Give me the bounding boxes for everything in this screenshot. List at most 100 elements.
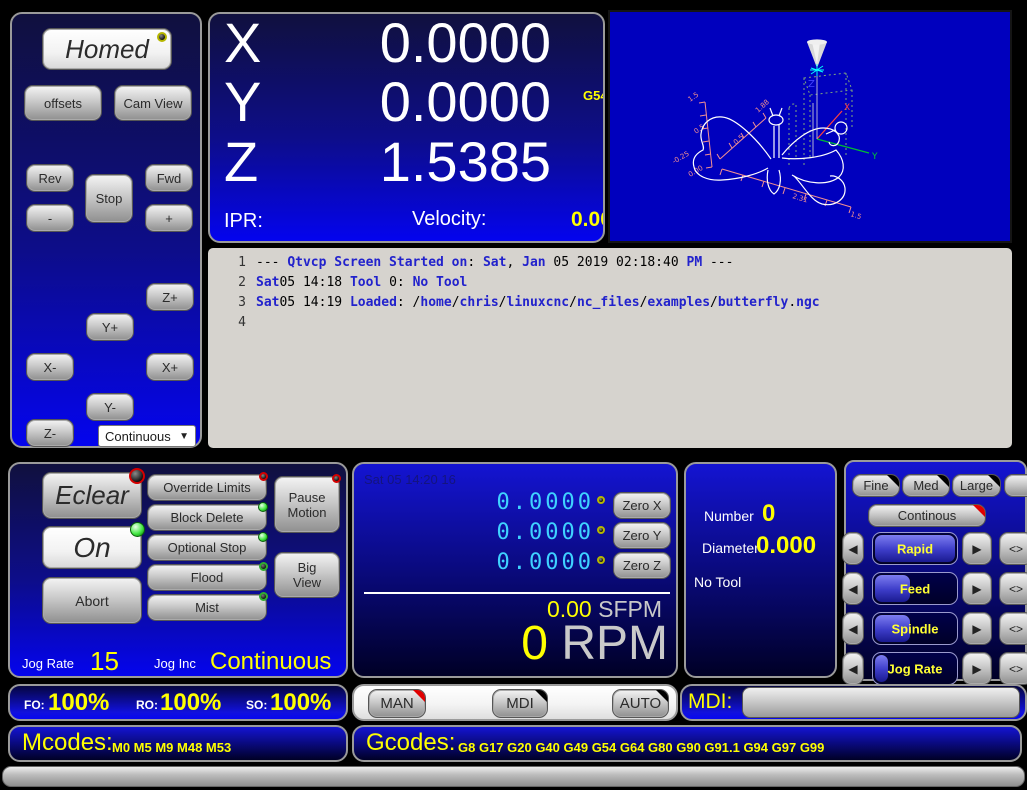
override-limits-button[interactable]: Override Limits — [147, 474, 267, 501]
spindle-fwd-button[interactable]: Fwd — [145, 164, 193, 192]
optional-stop-label: Optional Stop — [168, 540, 247, 555]
spindle-override-slider[interactable]: Spindle — [872, 612, 958, 645]
optional-stop-button[interactable]: Optional Stop — [147, 534, 267, 561]
jog-large-button[interactable]: Large — [952, 474, 1001, 497]
velocity-value: 0.00 — [571, 208, 605, 232]
cam-view-button[interactable]: Cam View — [114, 85, 192, 121]
mode-man-button[interactable]: MAN — [368, 689, 426, 718]
zero-z-button[interactable]: Zero Z — [613, 552, 671, 579]
feed-override-slider[interactable]: Feed — [872, 572, 958, 605]
status-log[interactable]: 1--- Qtvcp Screen Started on: Sat, Jan 0… — [208, 248, 1012, 448]
zero-x-button[interactable]: Zero X — [613, 492, 671, 519]
fine-label: Fine — [863, 478, 888, 493]
jog-rate-decrease-button[interactable]: ◀ — [842, 652, 864, 685]
rel-y-value: 0.0000 — [434, 520, 594, 545]
rapid-decrease-button[interactable]: ◀ — [842, 532, 864, 565]
pause-motion-button[interactable]: Pause Motion — [274, 476, 340, 533]
feed-slider-label: Feed — [873, 581, 957, 596]
rapid-override-slider[interactable]: Rapid — [872, 532, 958, 565]
jog-med-button[interactable]: Med — [902, 474, 950, 497]
flood-button[interactable]: Flood — [147, 564, 267, 591]
jog-z-plus-button[interactable]: Z+ — [146, 283, 194, 311]
rel-z-value: 0.0000 — [434, 550, 594, 575]
tool-info-panel: Number 0 Diameter 0.000 No Tool — [684, 462, 837, 678]
jog-increment-value: Continuous — [105, 429, 171, 444]
ruler-label: -0.25 — [671, 150, 691, 166]
y-minus-label: Y- — [104, 400, 116, 415]
spindle-expand-button[interactable]: <> — [999, 612, 1027, 645]
mist-button[interactable]: Mist — [147, 594, 267, 621]
gcode-preview-plot[interactable]: 1.5 0.5 -0.25 0.00 0.5 1.88 2.31 1.5 X Y… — [608, 10, 1012, 243]
corner-notch-icon — [535, 690, 547, 702]
jog-rate-label: Jog Rate — [22, 656, 74, 671]
jog-continous-button[interactable]: Continous — [868, 504, 986, 527]
z-plus-label: Z+ — [162, 290, 178, 305]
ruler-label: 1.5 — [849, 210, 862, 221]
arrow-left-icon: ◀ — [848, 662, 857, 676]
jog-inc-value: Continuous — [210, 648, 331, 676]
jog-fine-button[interactable]: Fine — [852, 474, 900, 497]
jog-rate-slider[interactable]: Jog Rate — [872, 652, 958, 685]
mdi-entry-label: MDI: — [688, 690, 732, 714]
offsets-button[interactable]: offsets — [24, 85, 102, 121]
mcodes-list: M0 M5 M9 M48 M53 — [112, 740, 231, 755]
machine-on-led-icon — [130, 522, 145, 537]
man-label: MAN — [380, 695, 413, 712]
zero-y-label: Zero Y — [623, 528, 662, 543]
optional-stop-led-icon — [258, 532, 268, 542]
z-minus-label: Z- — [44, 426, 56, 441]
big-view-button[interactable]: Big View — [274, 552, 340, 598]
jog-y-plus-button[interactable]: Y+ — [86, 313, 134, 341]
jog-rate-increase-button[interactable]: ▶ — [962, 652, 992, 685]
dro-panel: X 0.0000 Y 0.0000 Z 1.5385 G54 IPR: Velo… — [208, 12, 605, 243]
spindle-faster-button[interactable]: + — [145, 204, 193, 232]
spindle-stop-button[interactable]: Stop — [85, 174, 133, 223]
mode-mdi-button[interactable]: MDI — [492, 689, 548, 718]
butterfly-toolpath — [693, 108, 847, 205]
pause-motion-label: Pause Motion — [280, 490, 334, 520]
fo-value: 100% — [48, 689, 109, 717]
jog-increment-dropdown[interactable]: Continuous ▼ — [98, 425, 196, 447]
jog-x-minus-button[interactable]: X- — [26, 353, 74, 381]
jog-y-minus-button[interactable]: Y- — [86, 393, 134, 421]
rapid-expand-button[interactable]: <> — [999, 532, 1027, 565]
spindle-rev-button[interactable]: Rev — [26, 164, 74, 192]
abort-button[interactable]: Abort — [42, 577, 142, 624]
zero-y-button[interactable]: Zero Y — [613, 522, 671, 549]
spindle-decrease-button[interactable]: ◀ — [842, 612, 864, 645]
feed-expand-button[interactable]: <> — [999, 572, 1027, 605]
jog-x-plus-button[interactable]: X+ — [146, 353, 194, 381]
feed-increase-button[interactable]: ▶ — [962, 572, 992, 605]
machine-control-panel: Eclear On Abort Override Limits Block De… — [8, 462, 348, 678]
qtvcp-cnc-screen: Homed offsets Cam View Rev Fwd Stop - + … — [0, 0, 1027, 790]
mist-label: Mist — [195, 600, 219, 615]
auto-label: AUTO — [620, 695, 661, 712]
axis-z-value: 1.5385 — [231, 129, 551, 194]
feed-decrease-button[interactable]: ◀ — [842, 572, 864, 605]
spindle-increase-button[interactable]: ▶ — [962, 612, 992, 645]
estop-clear-button[interactable]: Eclear — [42, 472, 142, 519]
rpm-display: 0 RPM — [521, 616, 668, 671]
corner-notch-icon — [887, 475, 899, 487]
velocity-label: Velocity: — [412, 208, 486, 231]
mode-auto-button[interactable]: AUTO — [612, 689, 669, 718]
override-limits-led-icon — [259, 472, 268, 481]
jog-rate-expand-button[interactable]: <> — [999, 652, 1027, 685]
spindle-slower-button[interactable]: - — [26, 204, 74, 232]
jog-extra-button[interactable] — [1004, 474, 1027, 497]
tool-diameter-label: Diameter — [702, 540, 759, 556]
on-label: On — [73, 532, 110, 564]
x-axis-label: X — [844, 103, 850, 113]
mdi-command-input[interactable] — [742, 687, 1020, 718]
manual-control-panel: Homed offsets Cam View Rev Fwd Stop - + … — [10, 12, 202, 448]
log-line: 3Sat05 14:19 Loaded: /home/chris/linuxcn… — [208, 293, 1012, 313]
machine-on-button[interactable]: On — [42, 526, 142, 569]
homed-button[interactable]: Homed — [42, 28, 172, 70]
spindle-slider-label: Spindle — [873, 621, 957, 636]
arrow-right-icon: ▶ — [972, 662, 981, 676]
expand-icon: <> — [1009, 662, 1023, 676]
expand-icon: <> — [1009, 622, 1023, 636]
block-delete-button[interactable]: Block Delete — [147, 504, 267, 531]
rapid-increase-button[interactable]: ▶ — [962, 532, 992, 565]
jog-z-minus-button[interactable]: Z- — [26, 419, 74, 447]
